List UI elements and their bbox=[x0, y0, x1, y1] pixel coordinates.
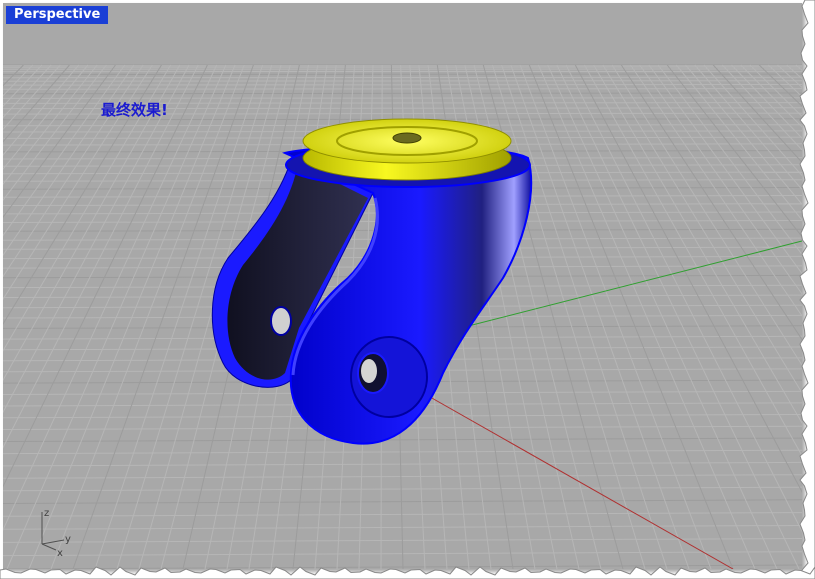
viewport-title-tab[interactable]: Perspective bbox=[6, 6, 109, 24]
grid-line bbox=[758, 64, 802, 107]
viewport-scene[interactable] bbox=[3, 3, 802, 569]
grid-line bbox=[3, 64, 98, 185]
axis-x-label: x bbox=[57, 548, 63, 558]
grid-line bbox=[611, 64, 802, 367]
grid-line bbox=[528, 64, 734, 569]
grid-line bbox=[3, 64, 80, 156]
perspective-viewport[interactable]: Perspective 最终效果! z y x bbox=[3, 3, 802, 569]
grid-line bbox=[501, 64, 668, 569]
grid-line bbox=[3, 64, 172, 352]
grid-line bbox=[3, 88, 802, 90]
annotation-text: 最终效果! bbox=[101, 101, 168, 119]
grid-line bbox=[630, 64, 802, 317]
grid-line bbox=[777, 64, 802, 89]
grid-line bbox=[795, 64, 802, 71]
grid-line bbox=[749, 64, 802, 117]
grid-line bbox=[3, 486, 802, 492]
grid-line bbox=[3, 449, 802, 455]
grid-line bbox=[3, 474, 802, 479]
grid-line bbox=[657, 64, 802, 256]
grid-line bbox=[574, 64, 802, 493]
axis-triad-icon: z y x bbox=[41, 508, 71, 558]
grid-line bbox=[3, 92, 802, 95]
axis-z-label: z bbox=[44, 508, 49, 519]
grid-line bbox=[3, 512, 802, 517]
caster-bracket-model[interactable] bbox=[211, 118, 533, 445]
grid-line bbox=[3, 461, 802, 467]
grid-line bbox=[648, 64, 802, 275]
grid-line bbox=[492, 64, 646, 569]
right-bolt-hole-inner bbox=[361, 359, 377, 383]
grid-line bbox=[3, 64, 153, 301]
grid-line bbox=[538, 64, 756, 569]
grid-line bbox=[639, 64, 802, 295]
grid-line bbox=[685, 64, 802, 205]
axis-y-label: y bbox=[65, 534, 71, 545]
left-bolt-hole bbox=[270, 306, 292, 336]
grid-line bbox=[786, 64, 802, 80]
grid-line bbox=[3, 64, 107, 201]
grid-line bbox=[3, 64, 181, 382]
grid-line bbox=[556, 64, 800, 569]
grid-line bbox=[3, 64, 126, 237]
grid-line bbox=[3, 64, 52, 119]
grid-line bbox=[3, 437, 802, 442]
grid-line bbox=[3, 64, 24, 87]
grid-line bbox=[3, 64, 144, 278]
grid-line bbox=[565, 64, 802, 533]
cap-center-hole bbox=[392, 132, 422, 144]
x-axis-line bbox=[422, 392, 734, 569]
grid-line bbox=[768, 64, 802, 98]
grid-line bbox=[3, 499, 802, 504]
grid-line bbox=[3, 64, 61, 131]
